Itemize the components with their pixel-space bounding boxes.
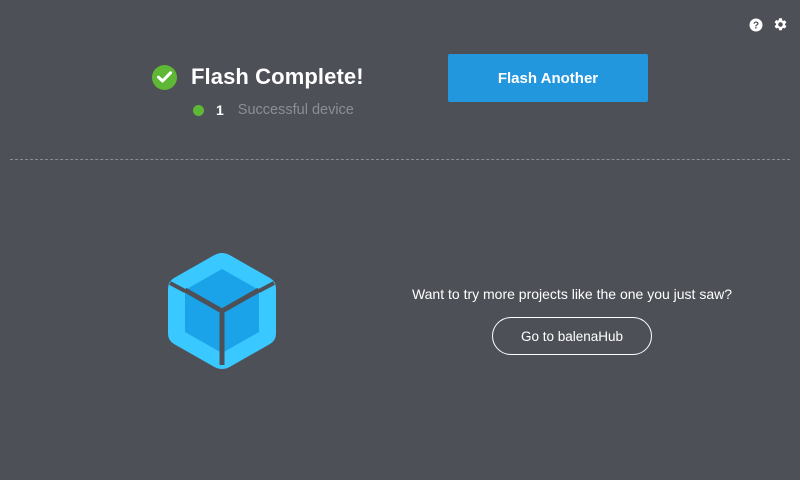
device-summary: 1 Successful device <box>193 102 354 118</box>
svg-text:?: ? <box>752 20 758 31</box>
balenahub-promo-text: Want to try more projects like the one y… <box>411 286 733 302</box>
flash-complete-heading: Flash Complete! <box>152 64 364 90</box>
balena-cube-icon <box>166 251 278 371</box>
flash-complete-screen: ? Flash Complete! 1 Successful device Fl… <box>0 0 800 480</box>
section-divider <box>10 159 790 160</box>
device-count: 1 <box>216 102 224 118</box>
device-label: Successful device <box>237 102 354 118</box>
go-to-balenahub-button[interactable]: Go to balenaHub <box>492 317 652 355</box>
help-icon[interactable]: ? <box>748 17 763 32</box>
gear-icon[interactable] <box>773 17 788 32</box>
top-right-controls: ? <box>748 17 788 32</box>
flash-another-button[interactable]: Flash Another <box>448 54 648 102</box>
page-title: Flash Complete! <box>191 64 364 89</box>
status-dot-icon <box>193 104 204 116</box>
check-circle-icon <box>152 64 177 90</box>
